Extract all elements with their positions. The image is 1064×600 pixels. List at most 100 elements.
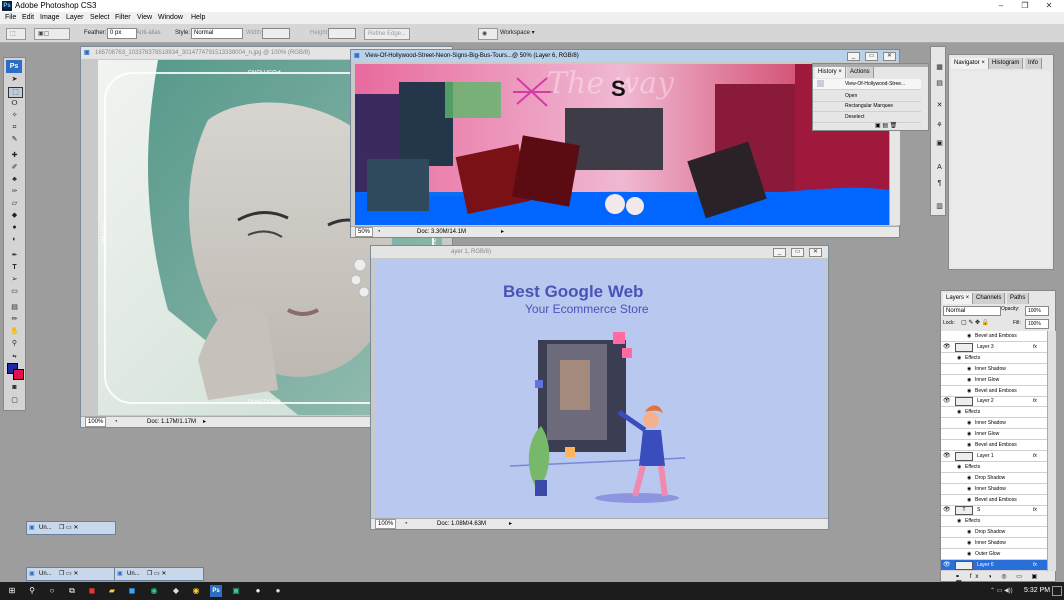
workspace-button[interactable]: Workspace ▾ xyxy=(500,28,535,38)
lock-icons[interactable]: ▢ ✎ ✥ 🔒 xyxy=(961,319,989,326)
app-icon[interactable]: ● xyxy=(252,585,264,597)
paths-tab[interactable]: Paths xyxy=(1007,293,1030,304)
history-tab[interactable]: History × xyxy=(815,67,846,78)
restore-icon[interactable]: ❐ ▭ ✕ xyxy=(147,568,166,580)
palette-well-icon[interactable]: ◉ xyxy=(478,28,498,40)
status-menu-icon[interactable]: ◔ xyxy=(114,417,118,427)
type-tool-icon[interactable]: T xyxy=(8,263,21,272)
hollywood-minimize-icon[interactable]: _ xyxy=(847,52,860,61)
quick-mask-icon[interactable]: ◙ xyxy=(8,383,21,392)
healing-brush-icon[interactable]: ✚ xyxy=(8,151,21,160)
menu-filter[interactable]: Filter xyxy=(115,13,131,23)
tray-icons[interactable]: ⌃ ▭ ◀)) xyxy=(990,587,1013,594)
layer-effect-row[interactable]: ◉ Drop Shadow xyxy=(941,527,1047,539)
edge-icon[interactable]: ◉ xyxy=(148,585,160,597)
menu-window[interactable]: Window xyxy=(158,13,183,23)
layer-effect-row[interactable]: ◉ Bevel and Emboss xyxy=(941,495,1047,506)
minimized-window[interactable]: ▣ Un... ❐ ▭ ✕ xyxy=(114,567,204,581)
minimize-icon[interactable]: – xyxy=(992,0,1010,12)
paragraph-dock-icon[interactable]: ¶ xyxy=(933,179,946,188)
layer-row[interactable]: 👁 fx Layer 3 xyxy=(941,342,1047,353)
portrait-zoom-field[interactable]: 100% xyxy=(85,417,107,427)
visibility-eye-icon[interactable]: 👁 xyxy=(943,451,951,461)
refine-edge-button[interactable]: Refine Edge... xyxy=(364,28,411,40)
antialias-checkbox[interactable]: Anti-alias xyxy=(136,28,161,38)
effect-visibility-icon[interactable]: ◉ xyxy=(967,484,971,494)
store-icon[interactable]: ◼ xyxy=(126,585,138,597)
fill-input[interactable]: 100% xyxy=(1025,319,1049,329)
photoshop-taskbar-icon[interactable]: Ps xyxy=(210,585,222,597)
chrome-icon[interactable]: ◉ xyxy=(190,585,202,597)
histogram-tab[interactable]: Histogram xyxy=(989,58,1024,69)
effect-visibility-icon[interactable]: ◉ xyxy=(957,407,961,417)
web-document-window[interactable]: ayer 1, RGB/8) _ ▭ ✕ Best Google Web You… xyxy=(370,245,829,530)
cortana-icon[interactable]: ○ xyxy=(46,585,58,597)
web-maximize-icon[interactable]: ▭ xyxy=(791,248,804,257)
dodge-tool-icon[interactable]: ◐ xyxy=(8,235,21,244)
brush-tool-icon[interactable]: ✐ xyxy=(8,163,21,172)
fx-icon[interactable]: fx xyxy=(1033,396,1037,406)
menu-file[interactable]: File xyxy=(5,13,16,23)
fx-icon[interactable]: fx xyxy=(1033,505,1037,515)
opacity-input[interactable]: 100% xyxy=(1025,306,1049,316)
layer-effects-group[interactable]: ◉ Effects xyxy=(941,462,1047,473)
layer-effect-row[interactable]: ◉ Inner Shadow xyxy=(941,538,1047,550)
layer-row[interactable]: 👁 fx Layer 2 xyxy=(941,396,1047,408)
windows-start-icon[interactable]: ⊞ xyxy=(6,585,18,597)
fx-icon[interactable]: fx xyxy=(1033,342,1037,352)
status-arrow-icon[interactable]: ▸ xyxy=(501,227,504,237)
effect-visibility-icon[interactable]: ◉ xyxy=(967,473,971,483)
layer-effects-group[interactable]: ◉ Effects xyxy=(941,407,1047,419)
tools-dock-icon[interactable]: ✕ xyxy=(933,101,946,110)
web-canvas[interactable]: Best Google Web Your Ecommerce Store xyxy=(375,260,826,520)
web-window-title[interactable]: ayer 1, RGB/8) _ ▭ ✕ xyxy=(371,246,828,258)
effect-visibility-icon[interactable]: ◉ xyxy=(967,527,971,537)
web-zoom-field[interactable]: 100% xyxy=(375,519,397,529)
app-icon[interactable]: ▣ xyxy=(230,585,242,597)
hollywood-zoom-field[interactable]: 50% xyxy=(355,227,374,237)
blend-mode-select[interactable]: Normal xyxy=(943,306,1001,316)
close-icon[interactable]: ✕ xyxy=(1040,0,1058,12)
layer-effect-row[interactable]: ◉ Bevel and Emboss xyxy=(941,331,1047,342)
paint-bucket-icon[interactable]: ◆ xyxy=(8,211,21,220)
hand-tool-icon[interactable]: ✋ xyxy=(8,327,21,336)
layer-effects-group[interactable]: ◉ Effects xyxy=(941,516,1047,528)
history-footer-icons[interactable]: ▣ ▤ 🗑 xyxy=(875,122,897,129)
web-close-icon[interactable]: ✕ xyxy=(809,248,822,257)
effect-visibility-icon[interactable]: ◉ xyxy=(957,353,961,363)
navigator-dock-icon[interactable]: ▦ xyxy=(933,63,946,72)
app-icon[interactable]: ● xyxy=(272,585,284,597)
layer-effect-row[interactable]: ◉ Bevel and Emboss xyxy=(941,386,1047,397)
layer-effect-row[interactable]: ◉ Inner Shadow xyxy=(941,364,1047,375)
status-menu-icon[interactable]: ◔ xyxy=(404,519,408,529)
style-select[interactable]: Normal xyxy=(191,28,243,39)
swap-colors-icon[interactable]: ⇆ xyxy=(8,353,21,362)
taskbar-clock[interactable]: 5:32 PM xyxy=(1024,587,1050,594)
layer-effect-row[interactable]: ◉ Inner Shadow xyxy=(941,484,1047,495)
eyedropper-icon[interactable]: ✏ xyxy=(8,315,21,324)
crop-tool-icon[interactable]: ⌗ xyxy=(8,123,21,132)
effect-visibility-icon[interactable]: ◉ xyxy=(967,549,971,559)
layer-effect-row[interactable]: ◉ Inner Shadow xyxy=(941,418,1047,430)
hollywood-window-title[interactable]: ▣ View-Of-Hollywood-Street-Neon-Signs-Bi… xyxy=(351,50,899,62)
character-dock-icon[interactable]: A xyxy=(933,163,946,172)
channels-tab[interactable]: Channels xyxy=(973,293,1006,304)
lasso-tool-icon[interactable]: ⵔ xyxy=(8,99,21,108)
marquee-tool-icon[interactable]: ⬚ xyxy=(8,87,23,98)
minimized-window[interactable]: ▣ Un... ❐ ▭ ✕ xyxy=(26,521,116,535)
effect-visibility-icon[interactable]: ◉ xyxy=(967,418,971,428)
move-tool-icon[interactable]: ➤ xyxy=(8,75,21,84)
effect-visibility-icon[interactable]: ◉ xyxy=(957,462,961,472)
layer-effect-row[interactable]: ◉ Outer Glow xyxy=(941,549,1047,560)
visibility-eye-icon[interactable]: 👁 xyxy=(943,505,951,515)
history-dock-icon[interactable]: ▤ xyxy=(933,79,946,88)
magic-wand-icon[interactable]: ✧ xyxy=(8,111,21,120)
screen-mode-icon[interactable]: ▢ xyxy=(8,396,21,405)
layers-scrollbar[interactable] xyxy=(1047,331,1056,571)
layer-effects-group[interactable]: ◉ Effects xyxy=(941,353,1047,364)
width-input[interactable] xyxy=(262,28,290,39)
slice-tool-icon[interactable]: ✎ xyxy=(8,135,21,144)
app-icon[interactable]: ◼ xyxy=(86,585,98,597)
app-icon[interactable]: ◆ xyxy=(170,585,182,597)
layer-effect-row[interactable]: ◉ Bevel and Emboss xyxy=(941,440,1047,451)
